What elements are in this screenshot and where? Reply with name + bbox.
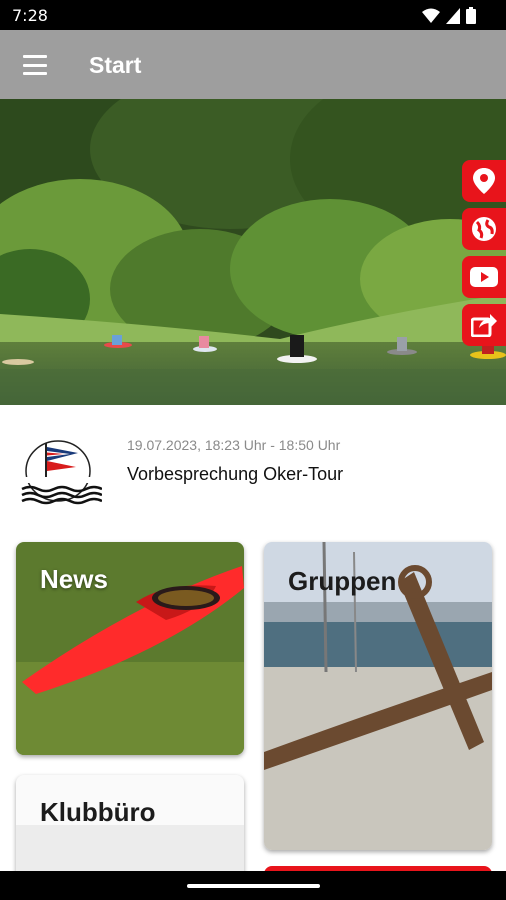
- next-event[interactable]: 19.07.2023, 18:23 Uhr - 18:50 Uhr Vorbes…: [0, 405, 506, 525]
- tile-office[interactable]: Klubbüro: [16, 775, 244, 885]
- signal-icon: [446, 7, 460, 24]
- tile-news[interactable]: News: [16, 542, 244, 755]
- hero-image: [0, 99, 506, 405]
- globe-icon: [472, 217, 496, 241]
- home-gesture-handle[interactable]: [187, 884, 320, 888]
- website-button[interactable]: [462, 208, 506, 250]
- youtube-icon: [470, 267, 498, 287]
- status-time: 7:28: [12, 6, 48, 25]
- status-bar: 7:28: [0, 0, 506, 30]
- hamburger-menu-icon[interactable]: [18, 50, 52, 80]
- club-logo: [16, 435, 103, 507]
- event-title: Vorbesprechung Oker-Tour: [127, 464, 344, 484]
- tile-groups-label: Gruppen: [288, 566, 397, 596]
- page-title: Start: [89, 52, 142, 78]
- location-button[interactable]: [462, 160, 506, 202]
- location-pin-icon: [473, 168, 495, 194]
- tile-groups[interactable]: Gruppen: [264, 542, 492, 850]
- app-bar: Start: [0, 30, 506, 99]
- share-icon: [471, 314, 497, 337]
- youtube-button[interactable]: [462, 256, 506, 298]
- hero-kayak-river-photo: [0, 99, 506, 405]
- system-nav-bar: [0, 871, 506, 900]
- tile-news-label: News: [40, 564, 108, 594]
- wifi-icon: [422, 8, 440, 23]
- battery-icon: [466, 7, 476, 24]
- share-button[interactable]: [462, 304, 506, 346]
- tile-office-label: Klubbüro: [40, 797, 156, 827]
- event-date: 19.07.2023, 18:23 Uhr - 18:50 Uhr: [127, 437, 341, 453]
